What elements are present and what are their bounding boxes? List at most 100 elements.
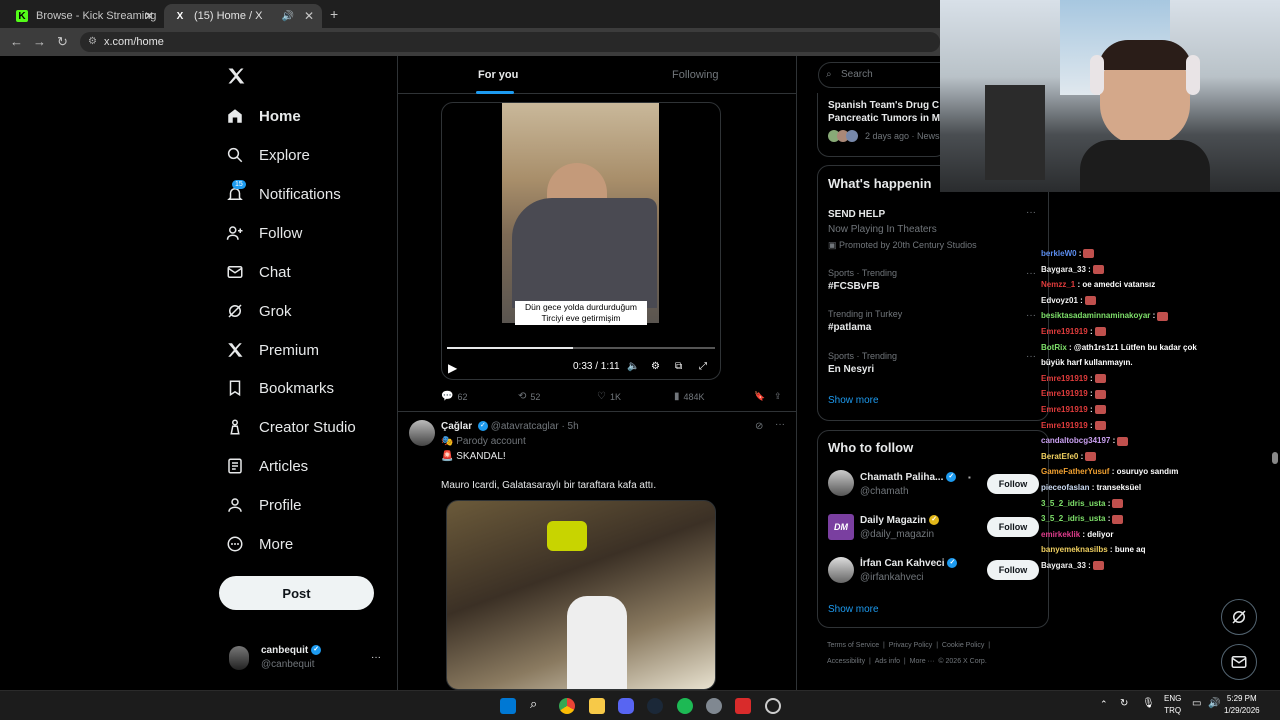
more-options-icon[interactable]: ··· xyxy=(1026,351,1036,362)
pip-icon[interactable]: ⧉ xyxy=(675,361,682,372)
chat-username[interactable]: Emre191919 xyxy=(1041,327,1088,336)
tab-x-home[interactable]: X (15) Home / X 🔊 ✕ xyxy=(164,4,322,28)
privacy-link[interactable]: Privacy Policy xyxy=(889,642,933,649)
speaker-icon[interactable]: 🔊 xyxy=(282,11,294,22)
chat-username[interactable]: Edvoyz01 xyxy=(1041,296,1078,305)
post-video-thumbnail[interactable] xyxy=(446,500,716,690)
chat-username[interactable]: Nemzz_1 xyxy=(1041,280,1075,289)
chat-username[interactable]: Emre191919 xyxy=(1041,421,1088,430)
volume-icon[interactable]: 🔈 xyxy=(627,361,639,372)
chat-username[interactable]: GameFatherYusuf xyxy=(1041,467,1109,476)
chat-username[interactable]: berkleW0 xyxy=(1041,249,1077,258)
chat-username[interactable]: emirkeklik xyxy=(1041,530,1080,539)
scrollbar-thumb[interactable] xyxy=(1272,452,1278,464)
x-logo-icon[interactable] xyxy=(226,66,246,91)
more-options-icon[interactable]: ··· xyxy=(1026,207,1036,218)
reload-icon[interactable]: ↻ xyxy=(57,34,68,50)
trend-en-nesyri[interactable]: En Nesyri xyxy=(828,364,874,375)
nav-notifications[interactable]: 15 Notifications xyxy=(226,180,341,208)
nav-follow[interactable]: Follow xyxy=(226,219,302,247)
discord-icon[interactable] xyxy=(618,698,634,714)
tray-sync-icon[interactable]: ↻ xyxy=(1120,698,1128,709)
nav-grok[interactable]: Grok xyxy=(226,297,292,325)
like-button[interactable]: ♡ 1K xyxy=(597,391,621,402)
close-icon[interactable]: ✕ xyxy=(144,9,154,23)
chat-username[interactable]: 3_5_2_idris_usta xyxy=(1041,514,1106,523)
settings-icon[interactable]: ⚙ xyxy=(651,361,660,372)
video-progress-bar[interactable] xyxy=(447,347,715,349)
search-icon[interactable]: ⌕ xyxy=(530,696,546,712)
nav-profile[interactable]: Profile xyxy=(226,491,302,519)
chat-username[interactable]: 3_5_2_idris_usta xyxy=(1041,499,1106,508)
folder-icon[interactable] xyxy=(589,698,605,714)
ads-info-link[interactable]: Ads info xyxy=(875,658,900,665)
nav-more[interactable]: More xyxy=(226,530,293,558)
system-clock[interactable]: 5:29 PM 1/29/2026 xyxy=(1224,693,1260,717)
chat-username[interactable]: BeratEfe0 xyxy=(1041,452,1078,461)
avatar[interactable] xyxy=(828,557,854,583)
forward-arrow-icon[interactable]: → xyxy=(33,34,46,49)
video-player[interactable]: Dün gece yolda durdurduğum Tirciyi eve g… xyxy=(441,102,721,380)
follow-button[interactable]: Follow xyxy=(987,560,1039,580)
more-link[interactable]: More ··· xyxy=(910,658,935,665)
suggestion-name[interactable]: Chamath Paliha... ✓ ▪ xyxy=(860,472,971,483)
steam-icon[interactable] xyxy=(647,698,663,714)
author-handle[interactable]: @atavratcaglar xyxy=(491,421,559,432)
chat-username[interactable]: Baygara_33 xyxy=(1041,561,1086,570)
chat-username[interactable]: Emre191919 xyxy=(1041,389,1088,398)
nav-explore[interactable]: Explore xyxy=(226,141,310,169)
windows-start-icon[interactable] xyxy=(500,698,516,714)
network-icon[interactable]: ▭ xyxy=(1192,698,1201,709)
avatar[interactable] xyxy=(409,420,435,446)
chat-username[interactable]: BotRix xyxy=(1041,343,1067,352)
suggestion-name[interactable]: Daily Magazin ✓ xyxy=(860,515,940,526)
nav-creator-studio[interactable]: Creator Studio xyxy=(226,413,356,441)
chat-username[interactable]: Emre191919 xyxy=(1041,405,1088,414)
post-button[interactable]: Post xyxy=(219,576,374,610)
chat-username[interactable]: banyemeknasilbs xyxy=(1041,545,1108,554)
tab-kick[interactable]: K Browse - Kick Streaming ✕ xyxy=(6,4,162,28)
chat-username[interactable]: Emre191919 xyxy=(1041,374,1088,383)
url-field[interactable]: ⚙ x.com/home xyxy=(80,32,940,52)
language-indicator[interactable]: ENG TRQ xyxy=(1164,693,1181,717)
more-options-icon[interactable]: ··· xyxy=(1026,310,1036,321)
obs-icon[interactable] xyxy=(765,698,781,714)
more-options-icon[interactable]: ··· xyxy=(775,419,785,430)
chat-username[interactable]: besiktasadaminnaminakoyar xyxy=(1041,311,1150,320)
back-arrow-icon[interactable]: ← xyxy=(10,34,23,49)
more-options-icon[interactable]: ··· xyxy=(1026,268,1036,279)
trend-send-help[interactable]: SEND HELP xyxy=(828,209,885,220)
chat-username[interactable]: candaltobcg34197 xyxy=(1041,436,1110,445)
avatar[interactable] xyxy=(229,646,249,670)
avatar[interactable]: DM xyxy=(828,514,854,540)
tab-following[interactable]: Following xyxy=(672,69,718,81)
streaming-app-icon[interactable] xyxy=(735,698,751,714)
nav-chat[interactable]: Chat xyxy=(226,258,291,286)
views-button[interactable]: ▮ 484K xyxy=(674,391,705,402)
chat-username[interactable]: Baygara_33 xyxy=(1041,265,1086,274)
nav-home[interactable]: Home xyxy=(226,102,301,130)
nav-articles[interactable]: Articles xyxy=(226,452,308,480)
trend-patlama[interactable]: #patlama xyxy=(828,322,871,333)
reply-button[interactable]: 💬 62 xyxy=(441,391,467,402)
grok-floating-button[interactable] xyxy=(1221,599,1257,635)
share-icon[interactable]: ⇪ xyxy=(774,391,782,402)
tab-for-you[interactable]: For you xyxy=(476,69,518,94)
fullscreen-icon[interactable]: ⤢ xyxy=(699,361,707,372)
bookmark-icon[interactable]: 🔖 xyxy=(754,391,765,402)
microphone-icon[interactable]: 🎙 xyxy=(1142,698,1155,709)
follow-button[interactable]: Follow xyxy=(987,474,1039,494)
chat-username[interactable]: pieceofaslan xyxy=(1041,483,1089,492)
accessibility-link[interactable]: Accessibility xyxy=(827,658,865,665)
play-icon[interactable]: ▶ xyxy=(448,361,457,375)
chrome-icon[interactable] xyxy=(559,698,575,714)
author-name[interactable]: Çağlar xyxy=(441,421,472,432)
nav-premium[interactable]: Premium xyxy=(226,336,319,364)
grok-icon[interactable]: ⊘ xyxy=(755,421,763,432)
avatar[interactable] xyxy=(828,470,854,496)
trend-fcsbvfb[interactable]: #FCSBvFB xyxy=(828,281,880,292)
account-menu-icon[interactable]: ··· xyxy=(371,652,381,663)
repost-button[interactable]: ⟲ 52 xyxy=(518,391,540,402)
settings-icon[interactable] xyxy=(706,698,722,714)
spotify-icon[interactable] xyxy=(677,698,693,714)
